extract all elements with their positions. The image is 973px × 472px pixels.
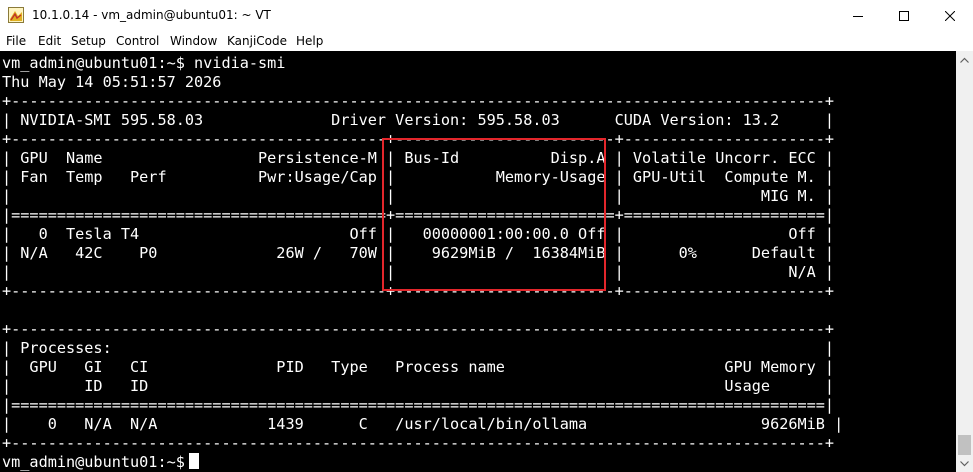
menu-bar: File Edit Setup Control Window KanjiCode…	[0, 31, 973, 51]
terminal-line: | ID ID Usage |	[2, 377, 835, 395]
scroll-down-button[interactable]	[956, 455, 973, 472]
menu-setup[interactable]: Setup	[71, 33, 106, 49]
scroll-up-button[interactable]	[956, 51, 973, 68]
menu-kanjicode[interactable]: KanjiCode	[227, 33, 287, 49]
close-icon	[945, 10, 955, 21]
menu-edit[interactable]: Edit	[38, 33, 61, 49]
menu-help[interactable]: Help	[296, 33, 323, 49]
arrow-down-icon	[960, 460, 969, 466]
menu-window[interactable]: Window	[170, 33, 217, 49]
terminal-cursor	[189, 453, 199, 469]
highlight-box-bus-memory	[382, 138, 606, 291]
title-bar: 10.1.0.14 - vm_admin@ubuntu01: ~ VT	[0, 0, 973, 31]
terminal-line: | GPU GI CI PID Type Process name GPU Me…	[2, 358, 835, 376]
terminal-prompt: vm_admin@ubuntu01:~$	[2, 453, 195, 471]
terminal-line: | 0 N/A N/A 1439 C /usr/local/bin/ollama…	[2, 415, 844, 433]
minimize-icon	[853, 15, 863, 17]
scroll-track[interactable]	[956, 68, 973, 455]
terminal-line: |=======================================…	[2, 396, 835, 414]
terminal-line: Thu May 14 05:51:57 2026	[2, 73, 222, 91]
terminal-line: | Processes: |	[2, 339, 835, 357]
terminal-line: +---------------------------------------…	[2, 434, 835, 452]
menu-control[interactable]: Control	[116, 33, 159, 49]
vertical-scrollbar[interactable]	[956, 51, 973, 472]
close-button[interactable]	[927, 0, 973, 31]
terminal-area[interactable]: vm_admin@ubuntu01:~$ nvidia-smi Thu May …	[0, 51, 956, 472]
arrow-up-icon	[960, 57, 969, 63]
terminal-line: +---------------------------------------…	[2, 320, 835, 338]
minimize-button[interactable]	[835, 0, 881, 31]
terminal-line: vm_admin@ubuntu01:~$ nvidia-smi	[2, 54, 286, 72]
maximize-icon	[899, 10, 909, 21]
maximize-button[interactable]	[881, 0, 927, 31]
teraterm-app-icon[interactable]	[8, 7, 24, 23]
terminal-line: +---------------------------------------…	[2, 92, 835, 110]
scroll-thumb[interactable]	[958, 435, 971, 455]
menu-file[interactable]: File	[6, 33, 26, 49]
terminal-line: | NVIDIA-SMI 595.58.03 Driver Version: 5…	[2, 111, 835, 129]
window-title: 10.1.0.14 - vm_admin@ubuntu01: ~ VT	[32, 8, 271, 22]
